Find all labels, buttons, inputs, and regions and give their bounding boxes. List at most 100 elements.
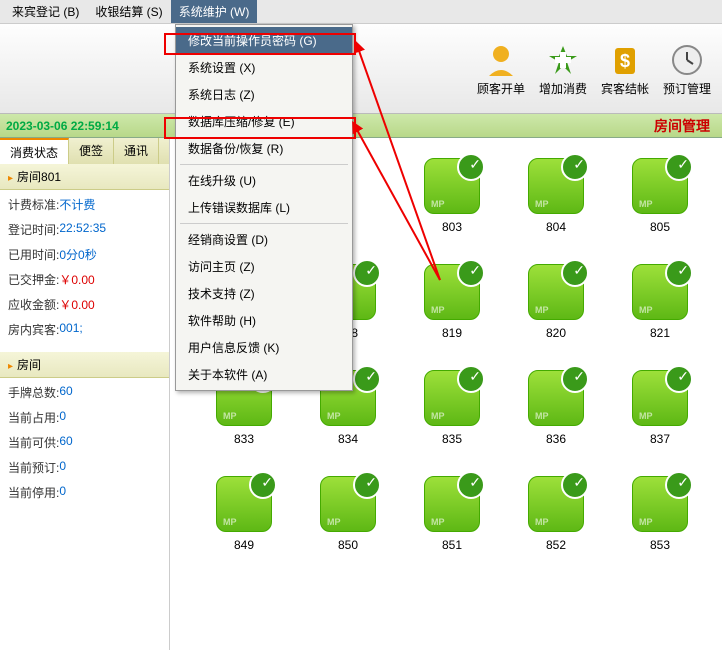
room-804[interactable]: ✓MP 804 [526, 158, 586, 234]
room-icon: ✓MP [528, 476, 584, 532]
room-850[interactable]: ✓MP 850 [318, 476, 378, 552]
room-icon: ✓MP [528, 158, 584, 214]
menubar: 来宾登记 (B)收银结算 (S)系统维护 (W) [0, 0, 722, 24]
room-number: 850 [338, 538, 358, 552]
check-icon: ✓ [573, 368, 585, 385]
room-icon: ✓MP [216, 476, 272, 532]
sidebar: 消费状态便签通讯 房间801 计费标准:不计费登记时间:22:52:35已用时间… [0, 138, 170, 650]
room-number: 819 [442, 326, 462, 340]
toolbar-plus-button[interactable]: 增加消费 [532, 24, 594, 113]
datetime: 2023-03-06 22:59:14 [6, 119, 119, 133]
toolbar-clock-button[interactable]: 预订管理 [656, 24, 718, 113]
menu-item-10[interactable]: 访问主页 (Z) [176, 253, 352, 280]
svg-text:$: $ [620, 51, 630, 71]
menu-item-4[interactable]: 数据备份/恢复 (R) [176, 135, 352, 162]
room-805[interactable]: ✓MP 805 [630, 158, 690, 234]
room-852[interactable]: ✓MP852 [526, 476, 586, 552]
room-icon: ✓MP [632, 264, 688, 320]
room-803[interactable]: ✓MP803 [422, 158, 482, 234]
menu-2[interactable]: 系统维护 (W) [171, 0, 258, 23]
menu-item-2[interactable]: 系统日志 (Z) [176, 81, 352, 108]
side-tabs: 消费状态便签通讯 [0, 138, 169, 164]
stat-panel-header: 房间 [0, 352, 169, 378]
menu-item-13[interactable]: 用户信息反馈 (K) [176, 334, 352, 361]
room-number: 835 [442, 432, 462, 446]
tab-1[interactable]: 便签 [69, 138, 114, 164]
menu-item-7[interactable]: 上传错误数据库 (L) [176, 194, 352, 221]
room-icon: ✓MP [528, 370, 584, 426]
system-maintenance-menu: 修改当前操作员密码 (G)系统设置 (X)系统日志 (Z)数据库压缩/修复 (E… [175, 24, 353, 391]
room-821[interactable]: ✓MP 821 [630, 264, 690, 340]
menu-1[interactable]: 收银结算 (S) [87, 0, 170, 23]
room-icon: ✓MP [632, 158, 688, 214]
field-label: 当前停用: [8, 484, 59, 501]
check-icon: ✓ [677, 156, 689, 173]
field-value: 不计费 [59, 196, 95, 213]
room-837[interactable]: ✓MP837 [630, 370, 690, 446]
room-849[interactable]: ✓MP 849 [214, 476, 274, 552]
menu-0[interactable]: 来宾登记 (B) [4, 0, 87, 23]
room-number: 853 [650, 538, 670, 552]
toolbar: 顾客开单增加消费$宾客结帐预订管理 [0, 24, 722, 114]
tab-0[interactable]: 消费状态 [0, 138, 69, 164]
room-icon: ✓MP [632, 476, 688, 532]
room-number: 849 [234, 538, 254, 552]
field-value: 60 [59, 434, 72, 451]
field-label: 已用时间: [8, 246, 59, 263]
room-number: 834 [338, 432, 358, 446]
room-853[interactable]: ✓MP 853 [630, 476, 690, 552]
menu-item-12[interactable]: 软件帮助 (H) [176, 307, 352, 334]
field-label: 计费标准: [8, 196, 59, 213]
menu-item-3[interactable]: 数据库压缩/修复 (E) [176, 108, 352, 135]
check-icon: ✓ [365, 368, 377, 385]
check-icon: ✓ [469, 474, 481, 491]
check-icon: ✓ [469, 262, 481, 279]
menu-item-1[interactable]: 系统设置 (X) [176, 54, 352, 81]
field-label: 已交押金: [8, 271, 59, 288]
check-icon: ✓ [573, 262, 585, 279]
field-value: 001; [59, 321, 82, 338]
room-number: 821 [650, 326, 670, 340]
field-value: 0 [59, 459, 66, 476]
check-icon: ✓ [365, 262, 377, 279]
plus-icon [543, 40, 583, 80]
menu-item-6[interactable]: 在线升级 (U) [176, 167, 352, 194]
room-820[interactable]: ✓MP820 [526, 264, 586, 340]
field-value: 0分0秒 [59, 246, 96, 263]
room-835[interactable]: ✓MP 835 [422, 370, 482, 446]
field-label: 当前占用: [8, 409, 59, 426]
field-value: ￥0.00 [59, 296, 94, 313]
room-icon: ✓MP [424, 476, 480, 532]
room-number: 837 [650, 432, 670, 446]
check-icon: ✓ [677, 368, 689, 385]
check-icon: ✓ [365, 474, 377, 491]
toolbar-user-button[interactable]: 顾客开单 [470, 24, 532, 113]
check-icon: ✓ [469, 368, 481, 385]
menu-item-9[interactable]: 经销商设置 (D) [176, 226, 352, 253]
room-number: 804 [546, 220, 566, 234]
menu-item-0[interactable]: 修改当前操作员密码 (G) [176, 27, 352, 54]
room-836[interactable]: ✓MP836 [526, 370, 586, 446]
room-851[interactable]: ✓MP851 [422, 476, 482, 552]
field-value: 22:52:35 [59, 221, 106, 238]
menu-item-11[interactable]: 技术支持 (Z) [176, 280, 352, 307]
tab-2[interactable]: 通讯 [114, 138, 159, 164]
room-panel-header: 房间801 [0, 164, 169, 190]
field-label: 房内宾客: [8, 321, 59, 338]
room-number: 805 [650, 220, 670, 234]
room-icon: ✓MP [320, 476, 376, 532]
check-icon: ✓ [261, 474, 273, 491]
menu-item-14[interactable]: 关于本软件 (A) [176, 361, 352, 388]
field-label: 应收金额: [8, 296, 59, 313]
check-icon: ✓ [573, 156, 585, 173]
room-icon: ✓MP [424, 370, 480, 426]
check-icon: ✓ [469, 156, 481, 173]
field-label: 当前可供: [8, 434, 59, 451]
check-icon: ✓ [573, 474, 585, 491]
field-label: 手牌总数: [8, 384, 59, 401]
room-819[interactable]: ✓MP819 [422, 264, 482, 340]
toolbar-dollar-button[interactable]: $宾客结帐 [594, 24, 656, 113]
user-icon [481, 40, 521, 80]
check-icon: ✓ [677, 262, 689, 279]
room-icon: ✓MP [424, 158, 480, 214]
